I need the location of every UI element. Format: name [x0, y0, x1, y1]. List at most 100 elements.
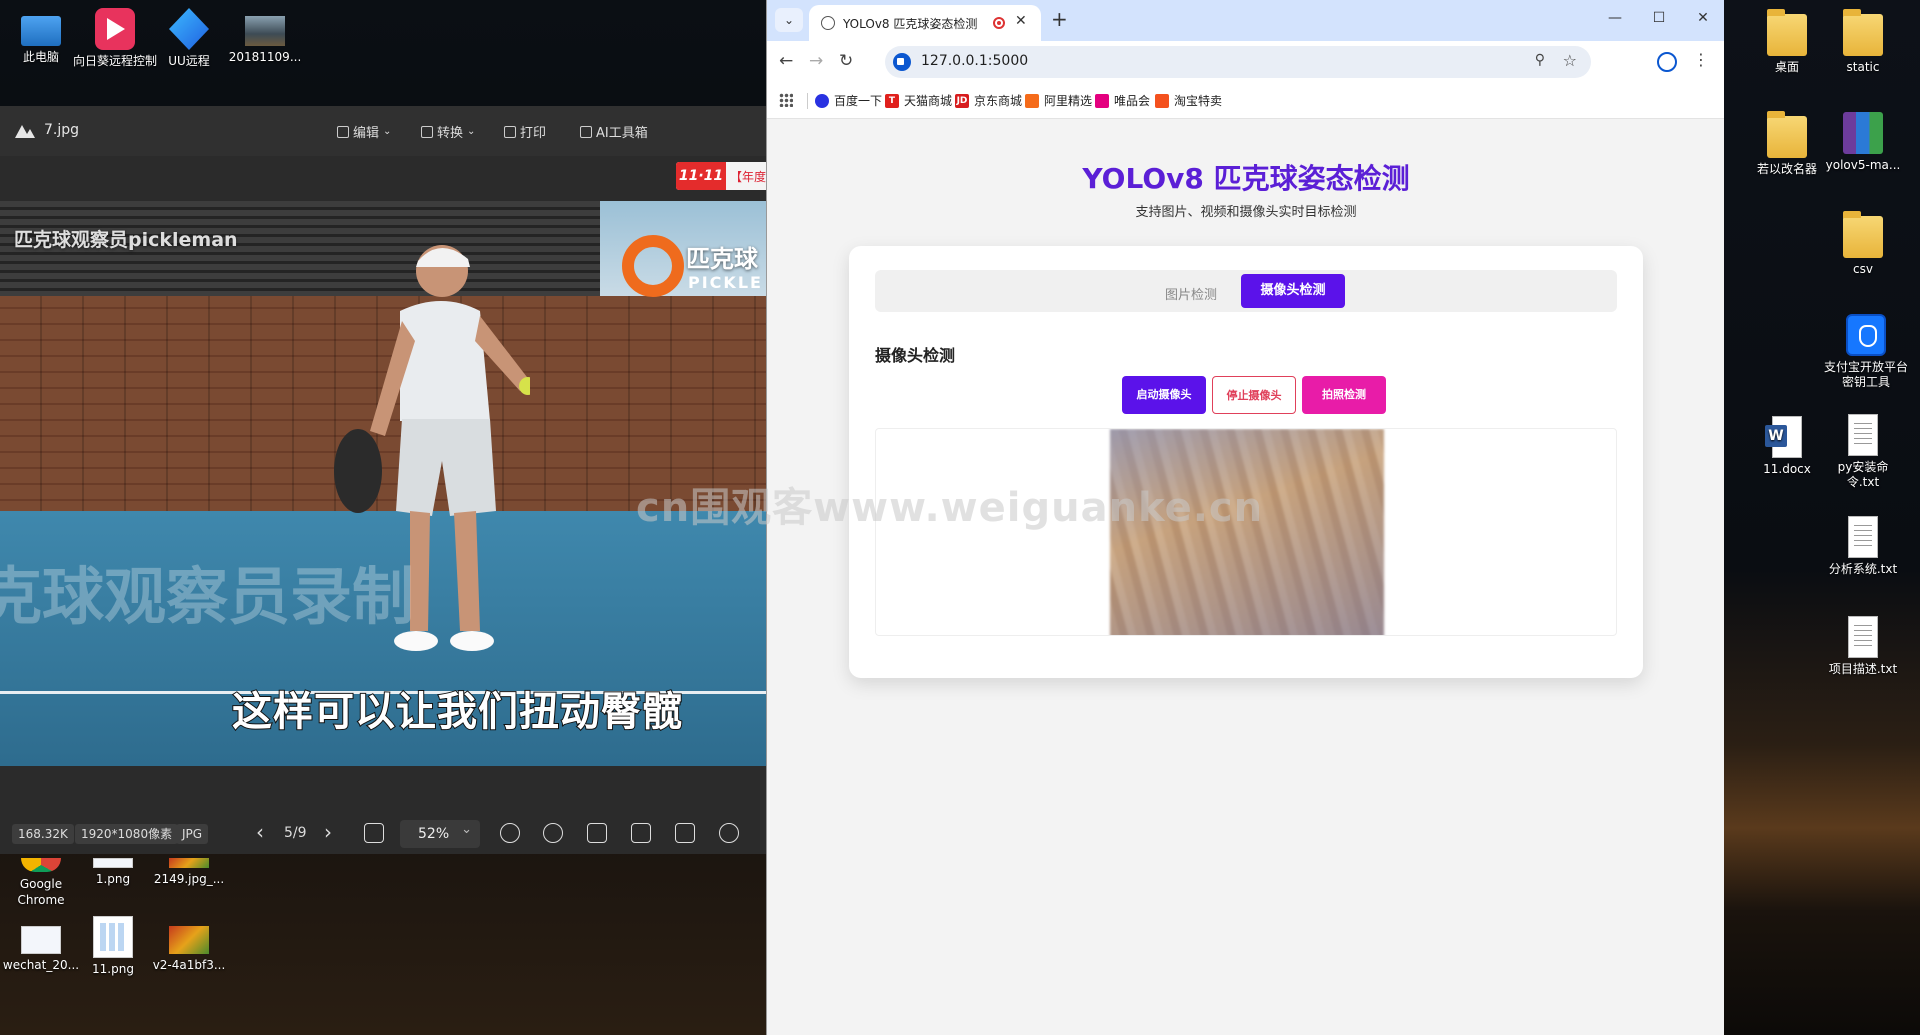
zoom-select[interactable]: 52%	[400, 816, 480, 848]
viewer-logo-icon	[15, 125, 35, 138]
page-counter: 5/9	[284, 825, 307, 841]
image-icon	[169, 858, 209, 868]
print-button[interactable]: 打印	[504, 122, 546, 141]
bookmark-star-icon[interactable]: ☆	[1563, 51, 1577, 70]
winrar-icon	[1843, 112, 1883, 154]
detection-card: 图片检测 摄像头检测 摄像头检测 启动摄像头 停止摄像头 拍照检测	[849, 246, 1643, 678]
delete-icon[interactable]	[675, 823, 695, 843]
desktop-icon-py-install[interactable]: py安装命令.txt	[1822, 414, 1904, 490]
camera-feed	[1110, 429, 1384, 635]
desktop-icon-analysis[interactable]: 分析系统.txt	[1822, 516, 1904, 577]
info-icon[interactable]	[719, 823, 739, 843]
bookmark-ali[interactable]: 阿里精选	[1025, 92, 1092, 109]
chevron-down-icon: ⌄	[783, 13, 795, 27]
reload-icon[interactable]: ↻	[839, 51, 853, 71]
stop-camera-button[interactable]: 停止摄像头	[1212, 376, 1296, 414]
desktop-icon-11png[interactable]: 11.png	[72, 916, 154, 977]
convert-icon	[421, 125, 433, 138]
viewer-filename: 7.jpg	[44, 122, 80, 138]
convert-menu[interactable]: 转换 ⌄	[421, 122, 475, 141]
desktop-icon-photo[interactable]: 20181109...	[224, 10, 306, 65]
image-watermark-channel: 匹克球观察员pickleman	[14, 229, 238, 251]
prev-image-icon[interactable]: ‹	[256, 822, 264, 842]
image-subtitle-caption: 这样可以让我们扭动臀髋	[231, 688, 683, 736]
bookmark-baidu[interactable]: 百度一下	[815, 92, 882, 109]
forward-icon[interactable]: →	[809, 51, 823, 71]
viewed-image: 匹克球观察员pickleman 匹克球 PICKLE 克球观察员录制 这样可以让…	[0, 201, 766, 766]
promo-banner[interactable]: 11·11 【年度	[676, 162, 766, 190]
bookmark-jd[interactable]: JD 京东商城	[955, 92, 1022, 109]
rotate-left-icon[interactable]	[587, 823, 607, 843]
desktop-icon-uu[interactable]: UU远程	[148, 8, 230, 69]
folder-icon	[1843, 9, 1883, 56]
desktop-icon-sunlogin[interactable]: 向日葵远程控制	[72, 8, 158, 69]
bookmark-tmall[interactable]: T 天猫商城	[885, 92, 952, 109]
new-tab-button[interactable]: +	[1051, 8, 1068, 30]
image-logo-text: 匹克球	[686, 245, 758, 273]
desktop-icon-wechat[interactable]: wechat_20...	[0, 918, 82, 973]
recording-icon	[993, 17, 1005, 29]
photo-icon	[245, 16, 285, 46]
chevron-down-icon: ⌄	[467, 126, 476, 137]
maximize-icon[interactable]: ☐	[1649, 10, 1669, 26]
browser-tab-active[interactable]: YOLOv8 匹克球姿态检测 ✕	[809, 5, 1041, 41]
desktop-icon-csv[interactable]: csv	[1822, 211, 1904, 277]
tab-title: YOLOv8 匹克球姿态检测	[843, 17, 978, 31]
folder-icon	[1767, 9, 1807, 56]
desktop-icon-v2[interactable]: v2-4a1bf3...	[148, 918, 230, 973]
more-menu-icon[interactable]: ⋮	[1693, 50, 1709, 69]
image-icon	[93, 858, 133, 868]
tab-camera-detection[interactable]: 摄像头检测	[1241, 274, 1345, 308]
folder-icon	[1767, 111, 1807, 158]
baidu-icon	[815, 93, 829, 108]
video-container	[875, 428, 1617, 636]
tab-strip: ⌄ YOLOv8 匹克球姿态检测 ✕ + — ☐ ✕	[767, 0, 1725, 41]
actual-size-icon[interactable]	[364, 823, 384, 843]
desktop-icon-1png[interactable]: 1.png	[72, 858, 154, 887]
desktop-icon-alipay-tool[interactable]: 支付宝开放平台密钥工具	[1822, 314, 1910, 390]
camera-site-icon[interactable]	[893, 53, 911, 71]
close-tab-icon[interactable]: ✕	[1015, 13, 1027, 29]
url-text[interactable]: 127.0.0.1:5000	[921, 53, 1028, 69]
desktop-icon-docx[interactable]: 11.docx	[1746, 416, 1828, 477]
rotate-right-icon[interactable]	[631, 823, 651, 843]
desktop-icon-static[interactable]: static	[1822, 9, 1904, 75]
page-subtitle: 支持图片、视频和摄像头实时目标检测	[1135, 205, 1357, 220]
desktop-icon-rename[interactable]: 若以改名器	[1746, 111, 1828, 177]
start-camera-button[interactable]: 启动摄像头	[1122, 376, 1206, 414]
desktop-icon-this-pc[interactable]: 此电脑	[0, 10, 82, 65]
back-icon[interactable]: ←	[779, 51, 793, 71]
text-file-icon	[1848, 516, 1878, 558]
format-badge: JPG	[176, 824, 209, 844]
desktop-icon-project-desc[interactable]: 项目描述.txt	[1822, 616, 1904, 677]
address-bar[interactable]: 127.0.0.1:5000 ⚲ ☆	[885, 46, 1591, 78]
bookmark-vip[interactable]: 唯品会	[1095, 92, 1150, 109]
resolution-badge: 1920*1080像素	[75, 824, 179, 844]
apps-grid-icon[interactable]	[779, 93, 793, 107]
tab-image-detection[interactable]: 图片检测	[1165, 284, 1217, 303]
desktop-icon-2149jpg[interactable]: 2149.jpg_...	[148, 858, 230, 887]
bookmark-taobao[interactable]: 淘宝特卖	[1155, 92, 1222, 109]
word-icon	[1765, 416, 1802, 458]
profile-icon[interactable]	[1657, 52, 1677, 72]
desktop-icon-desktop-folder[interactable]: 桌面	[1746, 9, 1828, 75]
desktop-icon-yolov5[interactable]: yolov5-ma...	[1822, 112, 1904, 173]
text-file-icon	[1848, 414, 1878, 456]
zoom-in-icon[interactable]	[500, 823, 520, 843]
sunlogin-icon	[95, 8, 135, 50]
zoom-icon[interactable]: ⚲	[1535, 52, 1545, 68]
printer-icon	[504, 125, 516, 138]
capture-detect-button[interactable]: 拍照检测	[1302, 376, 1386, 414]
desktop-icon-chrome[interactable]: Google Chrome	[0, 858, 82, 908]
zoom-out-icon[interactable]	[543, 823, 563, 843]
browser-toolbar: ← → ↻ 127.0.0.1:5000 ⚲ ☆ ⋮	[767, 41, 1725, 83]
edit-menu[interactable]: 编辑 ⌄	[337, 122, 391, 141]
text-file-icon	[1848, 616, 1878, 658]
ai-tools-button[interactable]: AI工具箱	[580, 122, 648, 141]
browser-window: ⌄ YOLOv8 匹克球姿态检测 ✕ + — ☐ ✕ ← → ↻ 127.0.0…	[766, 0, 1725, 1035]
close-window-icon[interactable]: ✕	[1693, 10, 1713, 26]
minimize-icon[interactable]: —	[1605, 10, 1625, 26]
section-title: 摄像头检测	[875, 346, 956, 365]
next-image-icon[interactable]: ›	[324, 822, 332, 842]
tab-search-button[interactable]: ⌄	[775, 8, 803, 32]
